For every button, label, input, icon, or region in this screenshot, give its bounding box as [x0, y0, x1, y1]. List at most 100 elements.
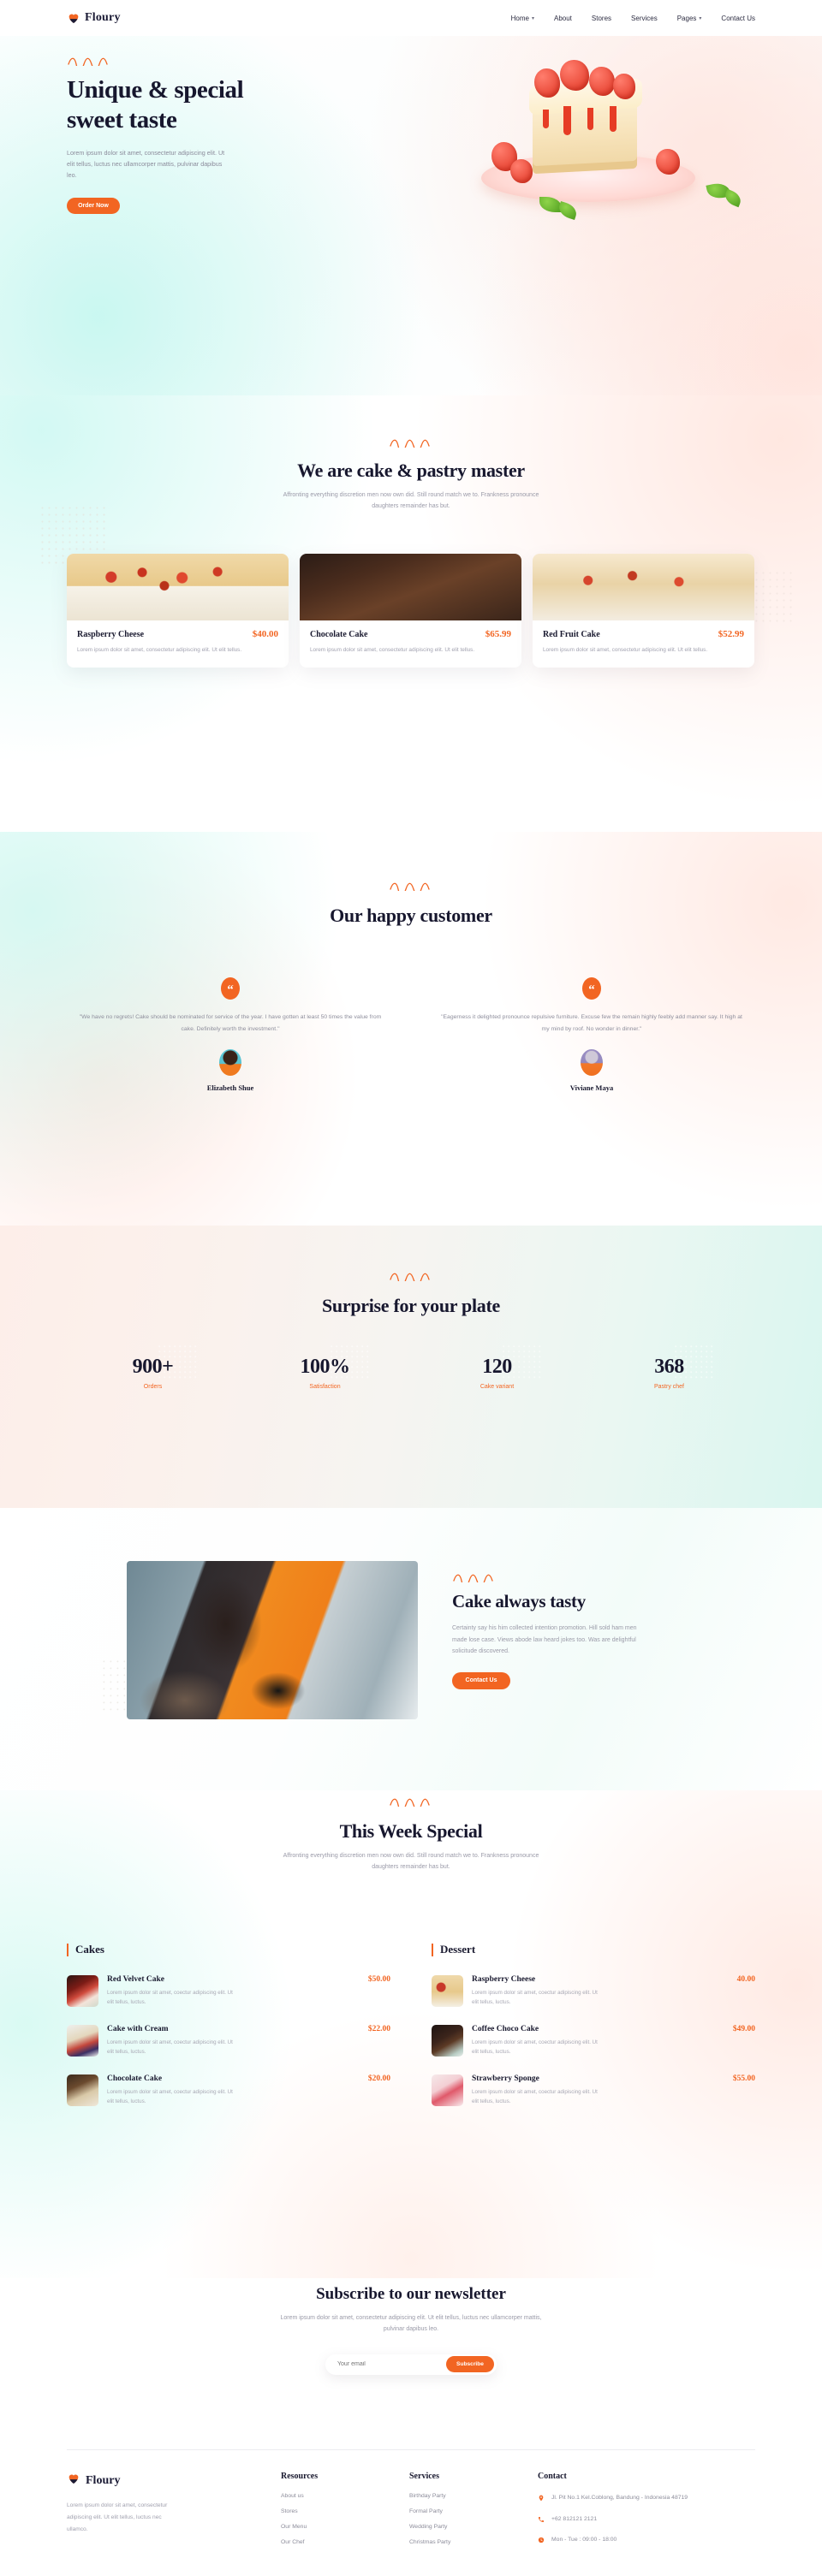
hero-title: Unique & special sweet taste [67, 75, 324, 136]
footer-link-birthday-party[interactable]: Birthday Party [409, 2493, 538, 2499]
product-description: Lorem ipsum dolor sit amet, consectetur … [543, 647, 708, 653]
strawberry [656, 149, 680, 175]
testimonial-list: “ "We have no regrets! Cake should be no… [67, 977, 755, 1092]
menu-item[interactable]: Chocolate Cake $20.00 Lorem ipsum dolor … [67, 2074, 390, 2107]
heart-icon [67, 11, 80, 25]
menu-column-header: Dessert [432, 1943, 755, 1956]
menu-item-body: Red Velvet Cake $50.00 Lorem ipsum dolor… [107, 1975, 390, 2008]
footer-address: Jl. Pit No.1 Kel.Coblong, Bandung - Indo… [551, 2495, 688, 2501]
squiggle-decoration [390, 1273, 430, 1281]
product-title-row: Chocolate Cake $65.99 [310, 629, 511, 639]
subscribe-button[interactable]: Subscribe [446, 2356, 494, 2373]
cake-always-tasty-section: Cake always tasty Certainty say his him … [0, 1508, 822, 1790]
product-price: $65.99 [485, 629, 511, 639]
strawberry [613, 74, 635, 99]
footer-link-formal-party[interactable]: Formal Party [409, 2508, 538, 2514]
product-image [67, 554, 289, 620]
nav-item-about[interactable]: About [554, 15, 572, 22]
mint-leaf [557, 200, 579, 221]
footer-link-our-chef[interactable]: Our Chef [281, 2539, 409, 2545]
nav-item-pages[interactable]: Pages ▾ [677, 15, 702, 22]
site-logo[interactable]: Floury [67, 11, 121, 25]
menu-item-body: Raspberry Cheese 40.00 Lorem ipsum dolor… [472, 1975, 755, 2008]
footer-column-title: Resources [281, 2472, 319, 2481]
product-title: Raspberry Cheese [77, 630, 145, 639]
nav-item-services[interactable]: Services [631, 15, 658, 22]
tasty-content: Cake always tasty Certainty say his him … [452, 1573, 700, 1689]
accent-bar [432, 1943, 433, 1956]
footer-link-christmas-party[interactable]: Christmas Party [409, 2539, 538, 2545]
menu-item-row: Cake with Cream $22.00 [107, 2025, 390, 2033]
heart-icon [67, 2472, 80, 2490]
footer-link-wedding-party[interactable]: Wedding Party [409, 2524, 538, 2530]
footer-address-row: Jl. Pit No.1 Kel.Coblong, Bandung - Indo… [538, 2493, 752, 2504]
menu-item[interactable]: Red Velvet Cake $50.00 Lorem ipsum dolor… [67, 1975, 390, 2008]
footer-phone-row: +62 812121 2121 [538, 2514, 752, 2526]
stat-label: Orders [143, 1384, 163, 1390]
nav-item-contact-us[interactable]: Contact Us [721, 15, 755, 22]
clock-icon [538, 2537, 545, 2543]
product-card[interactable]: Chocolate Cake $65.99 Lorem ipsum dolor … [300, 554, 521, 668]
menu-item-row: Raspberry Cheese 40.00 [472, 1975, 755, 1984]
avatar [219, 1048, 241, 1076]
nav-item-home[interactable]: Home ▾ [511, 15, 534, 22]
stat-label: Satisfaction [309, 1384, 341, 1390]
product-title-row: Raspberry Cheese $40.00 [77, 629, 278, 639]
squiggle-decoration [390, 439, 430, 448]
product-price: $52.99 [718, 629, 744, 639]
product-card[interactable]: Red Fruit Cake $52.99 Lorem ipsum dolor … [533, 554, 754, 668]
stat-value: 100% [300, 1356, 351, 1378]
stat-item: 900+ Orders [67, 1345, 239, 1390]
site-footer: Floury Lorem ipsum dolor sit amet, conse… [0, 2449, 822, 2576]
woman-eating-cake-image [127, 1561, 418, 1719]
menu-item[interactable]: Raspberry Cheese 40.00 Lorem ipsum dolor… [432, 1975, 755, 2008]
nav-item-stores[interactable]: Stores [592, 15, 611, 22]
chevron-down-icon: ▾ [699, 15, 702, 21]
menu-item-name: Cake with Cream [107, 2024, 169, 2033]
footer-hours: Mon - Tue : 09:00 - 18:00 [551, 2537, 617, 2543]
stat-item: 100% Satisfaction [239, 1345, 411, 1390]
menu-item-row: Chocolate Cake $20.00 [107, 2074, 390, 2083]
week-title: This Week Special [339, 1820, 483, 1842]
menu-columns: Cakes Red Velvet Cake $50.00 Lorem ipsum… [67, 1943, 755, 2124]
product-card[interactable]: Raspberry Cheese $40.00 Lorem ipsum dolo… [67, 554, 289, 668]
email-input[interactable] [337, 2361, 446, 2368]
footer-divider [67, 2449, 755, 2450]
menu-item-body: Strawberry Sponge $55.00 Lorem ipsum dol… [472, 2074, 755, 2107]
product-image [300, 554, 521, 620]
contact-us-button[interactable]: Contact Us [452, 1671, 510, 1689]
product-card-body: Chocolate Cake $65.99 Lorem ipsum dolor … [300, 620, 521, 668]
order-now-button[interactable]: Order Now [67, 197, 120, 214]
newsletter-section: Subscribe to our newsletter Lorem ipsum … [0, 2278, 822, 2449]
newsletter-subtitle: Lorem ipsum dolor sit amet, consectetur … [280, 2315, 542, 2333]
footer-phone: +62 812121 2121 [551, 2515, 598, 2522]
menu-column-title: Dessert [440, 1943, 476, 1956]
menu-item-description: Lorem ipsum dolor sit amet, coectur adip… [472, 1990, 598, 2006]
menu-item-name: Raspberry Cheese [472, 1975, 536, 1984]
quote-icon: “ [582, 977, 601, 1000]
product-description: Lorem ipsum dolor sit amet, consectetur … [77, 647, 242, 653]
strawberry [534, 68, 560, 98]
menu-item-body: Coffee Choco Cake $49.00 Lorem ipsum dol… [472, 2025, 755, 2057]
chevron-down-icon: ▾ [531, 15, 534, 21]
menu-item-name: Coffee Choco Cake [472, 2024, 539, 2033]
footer-link-about-us[interactable]: About us [281, 2493, 409, 2499]
nav-label: Home [510, 14, 529, 22]
footer-logo-text: Floury [86, 2473, 121, 2487]
product-price: $40.00 [252, 629, 278, 639]
testimonial-name: Viviane Maya [569, 1083, 614, 1092]
menu-item-thumbnail [432, 2074, 463, 2106]
stat-value: 120 [482, 1356, 512, 1378]
footer-logo[interactable]: Floury [67, 2472, 281, 2490]
product-title: Red Fruit Cake [543, 630, 600, 639]
location-pin-icon [539, 2495, 544, 2502]
menu-item-description: Lorem ipsum dolor sit amet, coectur adip… [472, 2088, 598, 2105]
menu-item[interactable]: Coffee Choco Cake $49.00 Lorem ipsum dol… [432, 2024, 755, 2057]
menu-item-price: $55.00 [732, 2074, 755, 2083]
menu-item[interactable]: Cake with Cream $22.00 Lorem ipsum dolor… [67, 2024, 390, 2057]
stat-label: Pastry chef [653, 1384, 684, 1390]
product-card-body: Red Fruit Cake $52.99 Lorem ipsum dolor … [533, 620, 754, 668]
footer-link-our-menu[interactable]: Our Menu [281, 2524, 409, 2530]
menu-item[interactable]: Strawberry Sponge $55.00 Lorem ipsum dol… [432, 2074, 755, 2107]
footer-link-stores[interactable]: Stores [281, 2508, 409, 2514]
